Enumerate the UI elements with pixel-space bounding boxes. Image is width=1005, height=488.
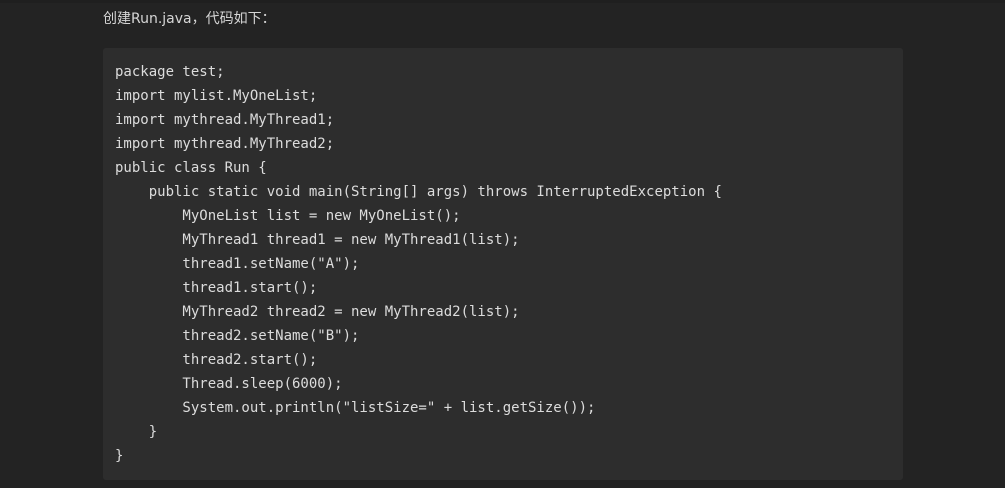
code-line: import mylist.MyOneList; [115,88,318,104]
code-line: import mythread.MyThread1; [115,112,335,128]
code-line: MyOneList list = new MyOneList(); [115,208,461,224]
code-line: System.out.println("listSize=" + list.ge… [115,400,596,416]
code-line: thread2.start(); [115,352,318,368]
code-line: public class Run { [115,160,267,176]
code-line: thread1.setName("A"); [115,256,360,272]
code-line: } [115,424,158,440]
code-line: thread1.start(); [115,280,318,296]
code-line: public static void main(String[] args) t… [115,184,722,200]
code-line: MyThread2 thread2 = new MyThread2(list); [115,304,520,320]
code-line: Thread.sleep(6000); [115,376,343,392]
code-block: package test; import mylist.MyOneList; i… [103,48,903,480]
code-line: import mythread.MyThread2; [115,136,335,152]
code-line: thread2.setName("B"); [115,328,360,344]
top-divider [0,0,1005,3]
code-line: } [115,448,124,464]
code-line: package test; [115,64,225,80]
intro-paragraph: 创建Run.java，代码如下： [103,11,276,27]
code-line: MyThread1 thread1 = new MyThread1(list); [115,232,520,248]
